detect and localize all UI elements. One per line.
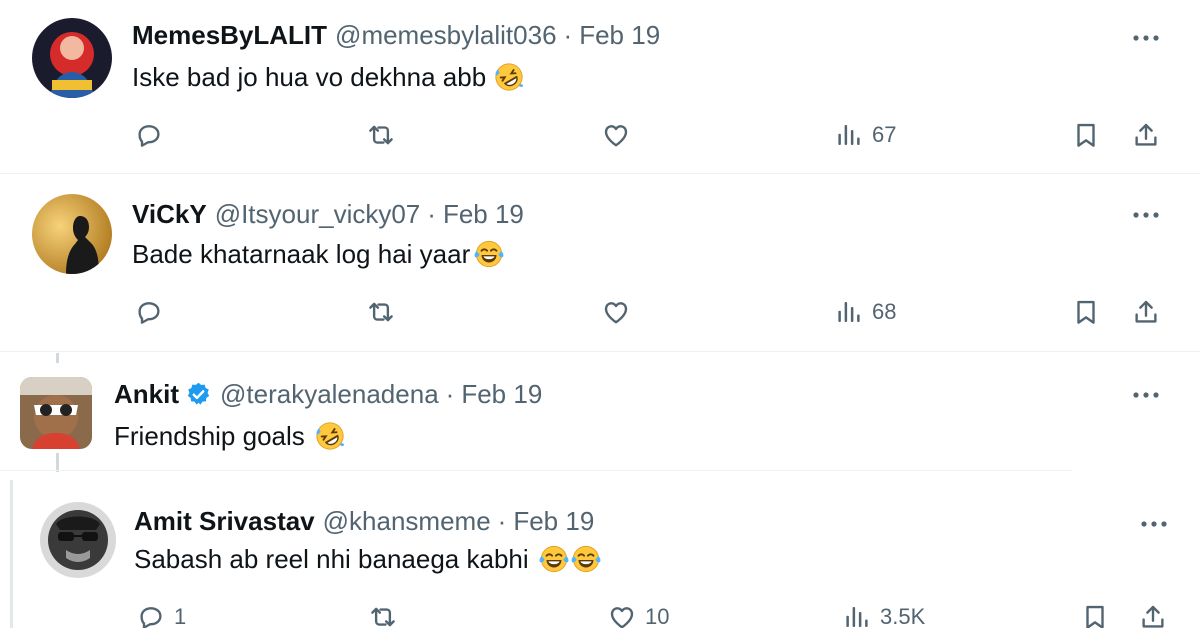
share-button[interactable] — [1131, 292, 1161, 332]
tweet-date[interactable]: Feb 19 — [579, 20, 660, 50]
views-button[interactable]: 3.5K — [842, 597, 925, 628]
rofl-emoji-icon — [315, 421, 345, 451]
separator: · — [497, 506, 507, 536]
separator: · — [563, 20, 573, 50]
tweet[interactable]: MemesByLALIT @memesbylalit036 · Feb 19 I… — [0, 0, 1200, 174]
tweet-date[interactable]: Feb 19 — [461, 379, 542, 409]
joy-emoji-icon — [474, 239, 504, 269]
like-count: 10 — [645, 604, 670, 628]
rofl-emoji-icon — [494, 62, 524, 92]
bookmark-button[interactable] — [1071, 115, 1101, 155]
more-options-icon[interactable] — [1136, 506, 1172, 542]
tweet-date[interactable]: Feb 19 — [443, 199, 524, 229]
avatar[interactable] — [40, 502, 116, 578]
author-name[interactable]: ViCkY — [132, 199, 207, 229]
joy-emoji-icon — [571, 544, 601, 574]
share-button[interactable] — [1138, 597, 1168, 628]
share-icon — [1131, 120, 1161, 150]
repost-icon — [368, 602, 398, 628]
repost-button[interactable] — [366, 115, 404, 155]
view-count: 3.5K — [880, 604, 926, 628]
tweet-date[interactable]: Feb 19 — [513, 506, 594, 536]
bookmark-button[interactable] — [1080, 597, 1110, 628]
avatar[interactable] — [32, 18, 112, 98]
like-icon — [601, 120, 631, 150]
author-handle[interactable]: @khansmeme — [323, 506, 491, 536]
views-icon — [834, 297, 864, 327]
views-icon — [834, 120, 864, 150]
view-count: 68 — [872, 299, 897, 324]
reply-button[interactable]: 1 — [136, 597, 186, 628]
reply-button[interactable] — [134, 115, 172, 155]
author-name[interactable]: MemesByLALIT — [132, 20, 327, 50]
like-button[interactable] — [601, 115, 639, 155]
reply-icon — [134, 120, 164, 150]
views-icon — [842, 602, 872, 628]
bookmark-button[interactable] — [1071, 292, 1101, 332]
reply-icon — [134, 297, 164, 327]
repost-button[interactable] — [368, 597, 406, 628]
divider — [0, 470, 1072, 471]
like-icon — [607, 602, 637, 628]
author-name[interactable]: Ankit — [114, 379, 179, 409]
thread-line — [56, 353, 59, 363]
tweet-text: Friendship goals — [114, 421, 305, 451]
like-button[interactable]: 10 — [607, 597, 669, 628]
more-options-icon[interactable] — [1128, 377, 1164, 413]
author-handle[interactable]: @Itsyour_vicky07 — [215, 199, 421, 229]
repost-button[interactable] — [366, 292, 404, 332]
author-handle[interactable]: @terakyalenadena — [220, 379, 439, 409]
thread-line — [10, 480, 13, 628]
author-handle[interactable]: @memesbylalit036 — [335, 20, 556, 50]
separator: · — [445, 379, 455, 409]
avatar[interactable] — [20, 377, 92, 449]
tweet[interactable]: Ankit @terakyalenadena · Feb 19 Friendsh… — [0, 353, 1200, 472]
views-button[interactable]: 67 — [834, 115, 896, 155]
repost-icon — [366, 120, 396, 150]
author-name[interactable]: Amit Srivastav — [134, 506, 315, 536]
tweet-text: Bade khatarnaak log hai yaar — [132, 239, 471, 269]
reply-count: 1 — [174, 604, 187, 628]
separator: · — [427, 199, 436, 229]
reply-button[interactable] — [134, 292, 172, 332]
share-button[interactable] — [1131, 115, 1161, 155]
tweet-text: Iske bad jo hua vo dekhna abb — [132, 62, 487, 92]
like-button[interactable] — [601, 292, 639, 332]
tweet-text: Sabash ab reel nhi banaega kabhi — [134, 544, 529, 574]
repost-icon — [366, 297, 396, 327]
bookmark-icon — [1071, 297, 1101, 327]
share-icon — [1138, 602, 1168, 628]
views-button[interactable]: 68 — [834, 292, 896, 332]
joy-emoji-icon — [539, 544, 569, 574]
share-icon — [1131, 297, 1161, 327]
more-options-icon[interactable] — [1128, 20, 1164, 56]
tweet[interactable]: ViCkY @Itsyour_vicky07 · Feb 19 Bade kha… — [0, 175, 1200, 352]
avatar[interactable] — [32, 194, 112, 274]
like-icon — [601, 297, 631, 327]
verified-badge-icon — [185, 381, 212, 408]
bookmark-icon — [1071, 120, 1101, 150]
more-options-icon[interactable] — [1128, 197, 1164, 233]
bookmark-icon — [1080, 602, 1110, 628]
reply-icon — [136, 602, 166, 628]
tweet[interactable]: Amit Srivastav @khansmeme · Feb 19 Sabas… — [0, 480, 1200, 628]
view-count: 67 — [872, 122, 897, 147]
